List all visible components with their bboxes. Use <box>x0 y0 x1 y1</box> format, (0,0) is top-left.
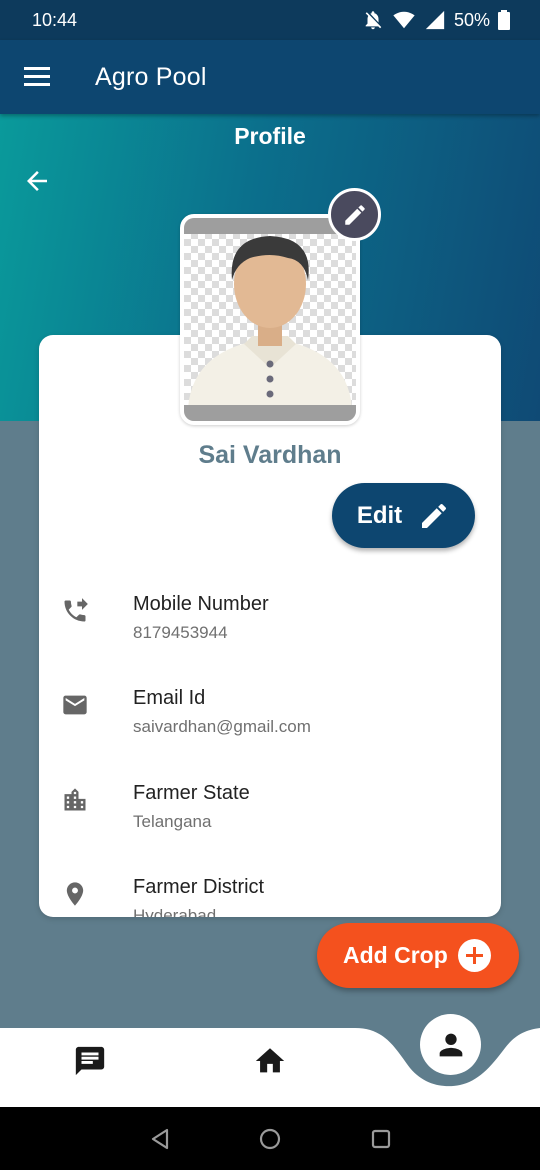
location-pin-icon <box>66 882 84 906</box>
info-value: saivardhan@gmail.com <box>133 717 311 736</box>
battery-percent: 50% <box>453 9 490 30</box>
plus-circle-icon <box>458 939 491 972</box>
info-value: Telangana <box>133 812 212 831</box>
edit-profile-button[interactable]: Edit <box>332 483 475 548</box>
app-bar: Agro Pool <box>0 40 540 114</box>
info-label: Email Id <box>133 687 206 709</box>
recents-square-icon[interactable] <box>369 1127 393 1151</box>
email-icon <box>63 695 87 715</box>
signal-icon <box>425 10 445 30</box>
user-name: Sai Vardhan <box>198 441 342 469</box>
battery-icon <box>498 10 510 30</box>
back-arrow-icon[interactable] <box>22 166 52 196</box>
avatar-bottom-bar <box>184 405 356 421</box>
pencil-icon <box>422 503 447 528</box>
info-label: Farmer State <box>133 782 250 804</box>
page-title: Profile <box>234 123 306 149</box>
info-item-mobile: Mobile Number 8179453944 <box>39 593 501 663</box>
app-title: Agro Pool <box>95 63 207 91</box>
info-item-email: Email Id saivardhan@gmail.com <box>39 687 501 757</box>
status-bar: 10:44 50% <box>0 0 540 40</box>
profile-avatar <box>180 214 360 425</box>
home-icon[interactable] <box>253 1044 287 1078</box>
phone-forward-icon <box>64 598 88 622</box>
avatar-edit-button[interactable] <box>328 188 381 241</box>
info-item-state: Farmer State Telangana <box>39 782 501 852</box>
building-icon <box>64 788 86 811</box>
pencil-icon <box>344 204 365 225</box>
chat-icon[interactable] <box>73 1044 107 1078</box>
add-crop-label: Add Crop <box>343 942 448 968</box>
system-navigation-bar <box>0 1107 540 1170</box>
profile-nav-button[interactable] <box>420 1014 481 1075</box>
status-icons: 50% <box>362 9 510 31</box>
info-item-district: Farmer District Hyderabad <box>39 876 501 917</box>
back-triangle-icon[interactable] <box>148 1127 172 1151</box>
person-icon <box>439 1033 462 1056</box>
info-value: 8179453944 <box>133 623 228 642</box>
info-label: Mobile Number <box>133 593 269 615</box>
status-time: 10:44 <box>32 10 78 30</box>
wifi-icon <box>393 11 415 29</box>
info-label: Farmer District <box>133 876 265 898</box>
add-crop-button[interactable]: Add Crop <box>317 923 519 988</box>
menu-icon[interactable] <box>24 66 50 88</box>
notifications-off-icon <box>365 11 382 30</box>
edit-button-label: Edit <box>356 501 403 529</box>
home-circle-icon[interactable] <box>258 1127 282 1151</box>
info-value: Hyderabad <box>133 906 217 917</box>
person-silhouette-icon <box>188 236 352 408</box>
